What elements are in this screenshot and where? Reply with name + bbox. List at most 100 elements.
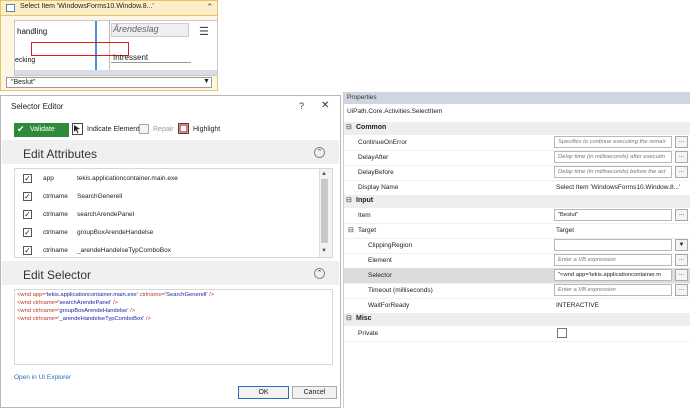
- attribute-checkbox[interactable]: ✓: [23, 228, 32, 237]
- collapse-category-icon[interactable]: ⊟: [346, 196, 352, 204]
- attribute-value[interactable]: groupBoxArendeHandelse: [77, 229, 153, 236]
- collapse-icon[interactable]: ⌃: [206, 2, 214, 13]
- scroll-down-icon[interactable]: ▼: [321, 248, 327, 254]
- expand-target-icon[interactable]: ⊟: [348, 226, 354, 234]
- selector-value: 'groupBoxArendeHandelse': [58, 308, 129, 314]
- property-item: Item "Beslut" ...: [344, 208, 690, 224]
- delay-before-input[interactable]: Delay time (in milliseconds) before the …: [554, 166, 672, 178]
- scroll-up-icon[interactable]: ▲: [321, 171, 327, 177]
- item-input[interactable]: "Beslut": [554, 209, 672, 221]
- screenshot-divider: [111, 62, 191, 63]
- scrollbar-thumb[interactable]: [321, 179, 328, 243]
- selector-value: '_arendeHandelseTypComboBox': [58, 316, 145, 322]
- attribute-checkbox[interactable]: ✓: [23, 210, 32, 219]
- repair-button[interactable]: Repair: [153, 126, 174, 133]
- collapse-attributes-icon[interactable]: ⌃: [314, 147, 325, 158]
- screenshot-value-text: Intressent: [113, 53, 149, 62]
- private-checkbox[interactable]: [557, 328, 567, 338]
- input-value: "<wnd app='tekis.applicationcontainer.m: [558, 272, 662, 278]
- open-in-ui-explorer-link[interactable]: Open in UI Explorer: [14, 374, 71, 381]
- selector-value: 'SearchGenerell': [165, 292, 208, 298]
- collapse-category-icon[interactable]: ⊟: [346, 314, 352, 322]
- selector-tag-end: />: [128, 308, 136, 314]
- expression-editor-button[interactable]: ...: [675, 166, 688, 178]
- attribute-name: ctrlname: [43, 211, 68, 218]
- selector-value: 'searchArendePanel': [58, 300, 112, 306]
- edit-attributes-title: Edit Attributes: [23, 147, 98, 161]
- selector-attr: ctrlname=: [137, 292, 166, 298]
- check-icon: ✔: [17, 124, 25, 134]
- cursor-icon: [74, 125, 80, 134]
- attribute-row: ✓ app tekis.applicationcontainer.main.ex…: [15, 171, 320, 189]
- property-clipping-region: ClippingRegion ▼: [344, 238, 690, 254]
- property-delay-before: DelayBefore Delay time (in milliseconds)…: [344, 165, 690, 181]
- timeout-input[interactable]: Enter a VB expression: [554, 284, 672, 296]
- item-combo[interactable]: "Beslut" ▼: [6, 77, 212, 88]
- element-input[interactable]: Enter a VB expression: [554, 254, 672, 266]
- close-button[interactable]: ✕: [321, 100, 329, 111]
- property-delay-after: DelayAfter Delay time (in milliseconds) …: [344, 150, 690, 166]
- category-label: Input: [356, 197, 374, 204]
- help-button[interactable]: ?: [299, 101, 304, 111]
- selector-line: <wnd ctrlname='groupBoxArendeHandelse' /…: [17, 308, 135, 314]
- expression-editor-button[interactable]: ...: [675, 284, 688, 296]
- input-placeholder: Enter a VB expression: [558, 287, 616, 293]
- input-value: "Beslut": [558, 212, 579, 218]
- continue-on-error-input[interactable]: Specifies to continue executing the rema…: [554, 136, 672, 148]
- category-input[interactable]: ⊟ Input: [344, 195, 690, 208]
- category-misc[interactable]: ⊟ Misc: [344, 313, 690, 326]
- attribute-value[interactable]: tekis.applicationcontainer.main.exe: [77, 175, 178, 182]
- cancel-button[interactable]: Cancel: [292, 386, 337, 399]
- attribute-row: ✓ ctrlname searchArendePanel: [15, 207, 320, 225]
- validate-button[interactable]: ✔ Validate: [14, 123, 69, 137]
- expression-editor-button[interactable]: ...: [675, 269, 688, 281]
- attribute-checkbox[interactable]: ✓: [23, 174, 32, 183]
- activity-header[interactable]: Select Item 'WindowsForms10.Window.8...'…: [1, 1, 217, 16]
- selector-value: 'tekis.applicationcontainer.main.exe': [45, 292, 138, 298]
- ok-button[interactable]: OK: [238, 386, 289, 399]
- selector-tag-end: />: [207, 292, 215, 298]
- activity-class-name: UiPath.Core.Activities.SelectItem: [347, 108, 443, 115]
- expression-editor-button[interactable]: ...: [675, 151, 688, 163]
- collapse-selector-icon[interactable]: ⌃: [314, 268, 325, 279]
- attribute-value[interactable]: _arendeHandelseTypComboBox: [77, 247, 171, 254]
- selector-attr: ctrlname=: [31, 308, 59, 314]
- attribute-checkbox[interactable]: ✓: [23, 246, 32, 255]
- delay-after-input[interactable]: Delay time (in milliseconds) after execu…: [554, 151, 672, 163]
- highlight-button[interactable]: Highlight: [193, 126, 220, 133]
- attribute-value[interactable]: SearchGenerell: [77, 193, 122, 200]
- category-common[interactable]: ⊟ Common: [344, 122, 690, 135]
- screenshot-strip: [15, 70, 217, 75]
- clipping-region-select[interactable]: [554, 239, 672, 251]
- select-item-activity[interactable]: Select Item 'WindowsForms10.Window.8...'…: [0, 0, 218, 91]
- highlight-icon[interactable]: [178, 123, 189, 134]
- expression-editor-button[interactable]: ...: [675, 254, 688, 266]
- collapse-category-icon[interactable]: ⊟: [346, 123, 352, 131]
- attribute-row: ✓ ctrlname groupBoxArendeHandelse: [15, 225, 320, 243]
- indicate-element-icon[interactable]: [72, 123, 83, 135]
- selector-attr: ctrlname=: [31, 300, 59, 306]
- attribute-checkbox[interactable]: ✓: [23, 192, 32, 201]
- selector-input[interactable]: "<wnd app='tekis.applicationcontainer.m: [554, 269, 672, 281]
- property-name: DelayBefore: [358, 169, 394, 176]
- attribute-name: app: [43, 175, 54, 182]
- property-selector: Selector "<wnd app='tekis.applicationcon…: [344, 268, 690, 284]
- wait-for-ready-value[interactable]: INTERACTIVE: [556, 302, 599, 309]
- property-name: Selector: [368, 272, 392, 279]
- hamburger-menu-icon[interactable]: ☰: [199, 25, 209, 38]
- expression-editor-button[interactable]: ...: [675, 209, 688, 221]
- display-name-value[interactable]: Select Item 'WindowsForms10.Window.8...': [556, 184, 680, 191]
- properties-panel: Properties UiPath.Core.Activities.Select…: [343, 92, 690, 408]
- selector-tag-end: />: [111, 300, 119, 306]
- selector-text-area[interactable]: <wnd app='tekis.applicationcontainer.mai…: [14, 289, 333, 365]
- attribute-value[interactable]: searchArendePanel: [77, 211, 134, 218]
- dropdown-arrow-icon[interactable]: ▼: [675, 239, 688, 251]
- properties-tab[interactable]: Properties: [344, 92, 690, 104]
- selector-line: <wnd ctrlname='searchArendePanel' />: [17, 300, 118, 306]
- repair-icon: [139, 124, 149, 134]
- selector-attr: app=: [31, 292, 46, 298]
- attribute-name: ctrlname: [43, 193, 68, 200]
- dropdown-arrow-icon[interactable]: ▼: [203, 78, 210, 85]
- indicate-element-button[interactable]: Indicate Element: [87, 126, 139, 133]
- expression-editor-button[interactable]: ...: [675, 136, 688, 148]
